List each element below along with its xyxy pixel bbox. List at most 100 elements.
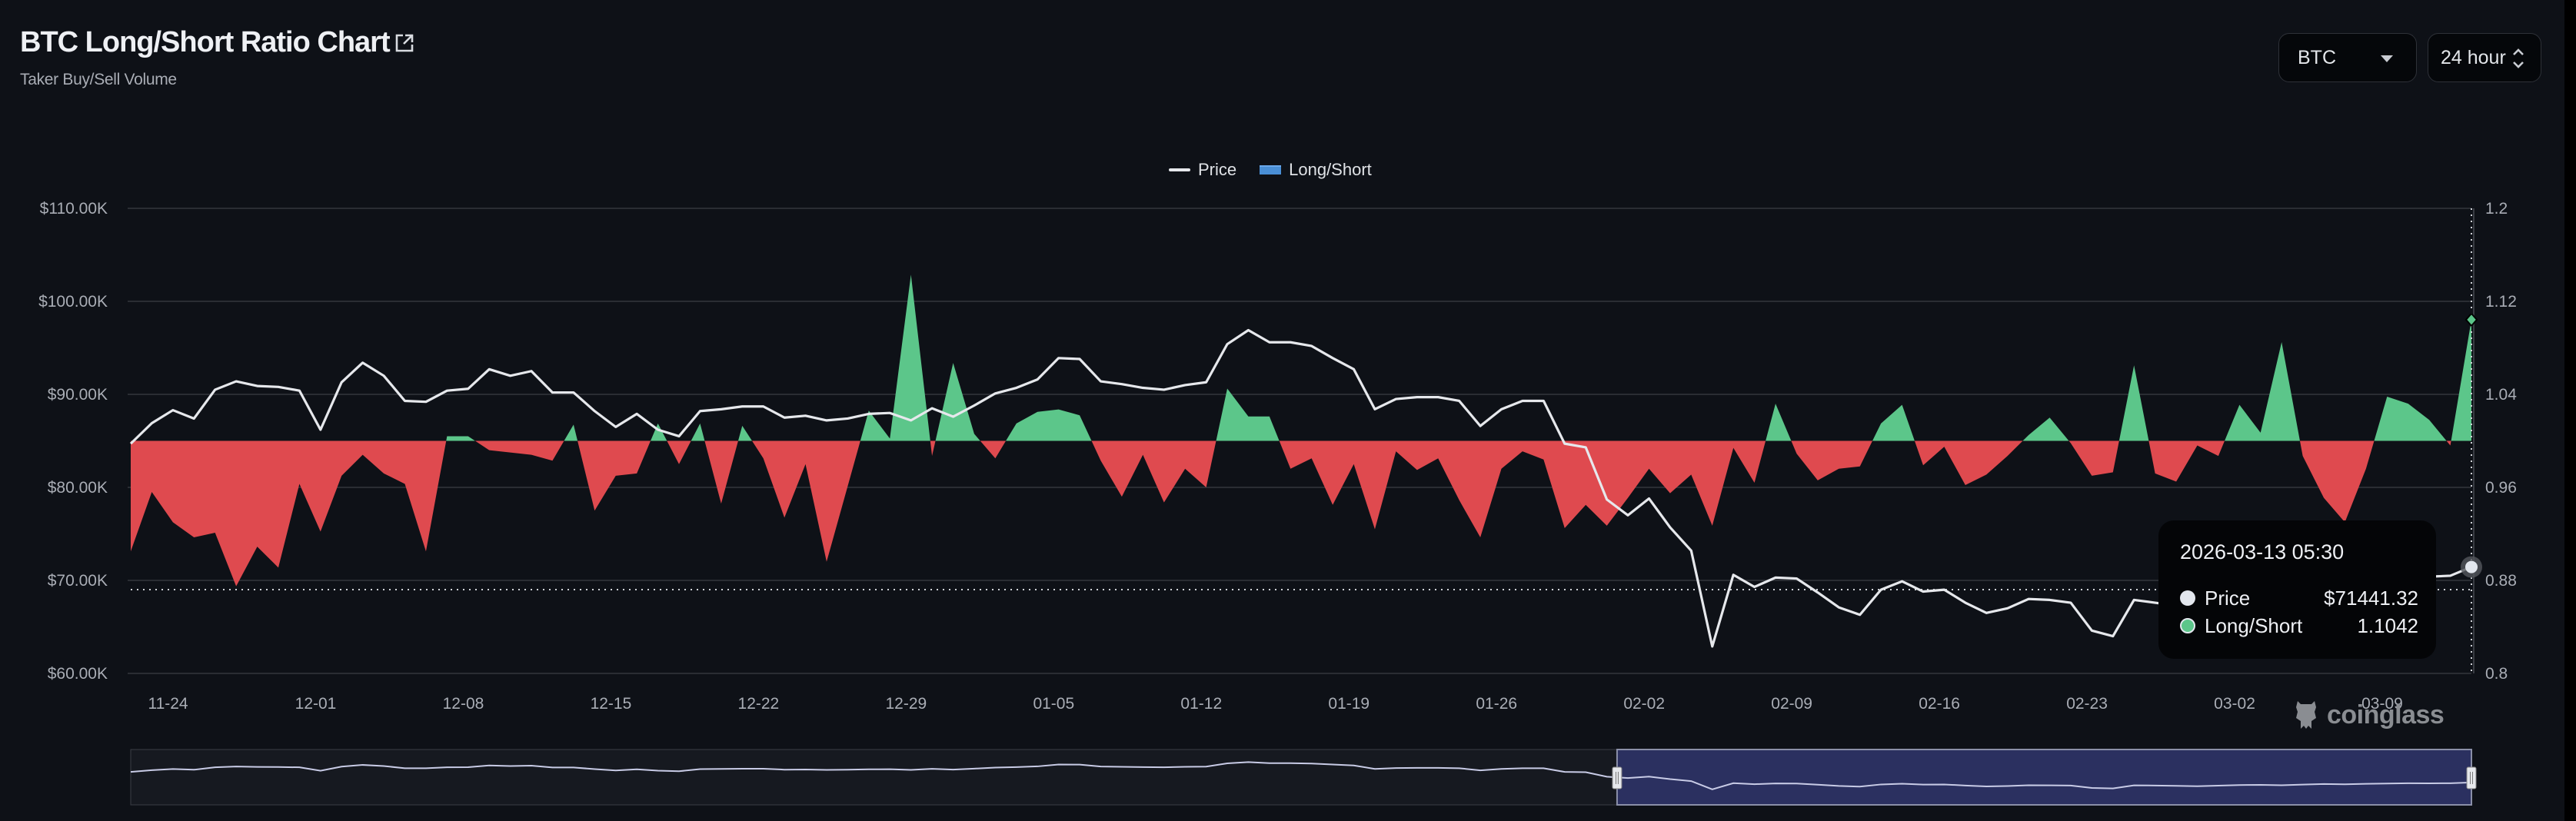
price-point[interactable] [677,434,681,437]
price-point[interactable] [1120,383,1123,386]
long-short-point[interactable] [614,474,617,477]
price-point[interactable] [993,392,997,395]
price-point[interactable] [1521,399,1524,402]
long-short-point[interactable] [2301,454,2305,457]
price-point[interactable] [1922,590,1925,593]
long-short-point[interactable] [1436,457,1439,460]
long-short-point[interactable] [445,434,448,437]
price-point[interactable] [1078,357,1081,361]
long-short-point[interactable] [319,530,322,533]
long-short-point[interactable] [1626,497,1629,500]
price-point[interactable] [1015,387,1018,390]
price-point[interactable] [1246,329,1250,332]
long-short-point[interactable] [340,474,343,477]
price-point[interactable] [1141,387,1144,390]
long-short-point[interactable] [2280,341,2283,344]
long-short-point[interactable] [1353,463,1356,466]
navigator-selection[interactable] [1616,749,2472,806]
price-point[interactable] [1669,526,1672,529]
chart-canvas[interactable]: $60.00K $70.00K $80.00K $90.00K $100.00K $110… [0,0,2576,821]
long-short-point[interactable] [150,490,153,494]
long-short-point[interactable] [888,437,891,440]
price-point[interactable] [1268,341,1271,344]
long-short-point[interactable] [1458,499,1461,502]
price-point[interactable] [1394,397,1397,401]
long-short-point[interactable] [551,459,554,462]
long-short-point[interactable] [192,536,195,539]
price-point[interactable] [1732,573,1735,577]
price-point[interactable] [1163,388,1166,391]
long-short-point[interactable] [2006,454,2009,457]
price-point[interactable] [593,410,596,413]
long-short-point[interactable] [1310,457,1313,460]
price-point[interactable] [698,410,701,413]
long-short-point[interactable] [1816,479,1819,482]
price-point[interactable] [720,407,723,410]
price-point[interactable] [235,380,238,383]
long-short-point[interactable] [1078,414,1081,417]
long-short-point[interactable] [1689,473,1692,476]
price-point[interactable] [1563,442,1566,445]
price-point[interactable] [1353,367,1356,371]
price-point[interactable] [298,389,301,392]
price-point[interactable] [1057,357,1060,360]
price-point[interactable] [1436,396,1439,399]
price-point[interactable] [657,428,660,431]
long-short-point[interactable] [825,560,828,563]
price-point[interactable] [1606,498,1609,501]
price-point[interactable] [2154,601,2157,604]
price-point[interactable] [1711,645,1714,648]
price-point[interactable] [1416,396,1419,399]
long-short-point[interactable] [1964,484,1967,487]
price-point[interactable] [2027,597,2030,600]
long-short-point[interactable] [2449,444,2452,447]
price-point[interactable] [150,422,153,425]
price-point[interactable] [888,411,891,414]
long-short-point[interactable] [783,516,786,519]
long-short-point[interactable] [2027,434,2030,437]
price-point[interactable] [804,414,807,417]
long-short-point[interactable] [298,482,301,485]
long-short-point[interactable] [1289,467,1292,470]
long-short-point[interactable] [361,454,364,457]
long-short-point[interactable] [1500,467,1503,470]
long-short-point[interactable] [1479,536,1482,539]
long-short-point[interactable] [1837,467,1840,470]
long-short-point[interactable] [171,520,175,524]
long-short-point[interactable] [214,531,217,534]
price-point[interactable] [2112,635,2115,638]
price-point[interactable] [2069,601,2072,604]
long-short-point[interactable] [1563,527,1566,530]
long-short-point[interactable] [1373,527,1376,530]
price-point[interactable] [214,388,217,391]
long-short-point[interactable] [1922,464,1925,467]
price-point[interactable] [340,381,343,384]
price-point[interactable] [1310,344,1313,347]
price-point[interactable] [741,405,744,408]
long-short-point[interactable] [677,463,681,466]
price-point[interactable] [404,399,407,402]
long-short-point[interactable] [657,422,660,425]
long-short-point[interactable] [2090,474,2093,477]
price-point[interactable] [1036,378,1039,381]
long-short-point[interactable] [2385,395,2388,398]
long-short-point[interactable] [1057,408,1060,411]
long-short-point[interactable] [1606,524,1609,527]
price-point[interactable] [1542,399,1545,402]
long-short-point[interactable] [1795,452,1798,455]
long-short-point[interactable] [2365,467,2368,470]
price-point[interactable] [1584,446,1587,449]
price-point[interactable] [1226,343,1229,346]
long-short-point[interactable] [2428,418,2431,421]
price-point[interactable] [614,425,617,428]
navigator-handle-right[interactable] [2466,766,2477,789]
long-short-point[interactable] [593,509,596,512]
price-point[interactable] [1099,380,1102,383]
long-short-point[interactable] [530,454,533,457]
price-point[interactable] [572,391,575,394]
long-short-point[interactable] [846,484,849,487]
price-point[interactable] [530,370,533,373]
long-short-point[interactable] [382,472,385,475]
long-short-point[interactable] [2407,402,2410,405]
long-short-point[interactable] [2069,442,2072,445]
